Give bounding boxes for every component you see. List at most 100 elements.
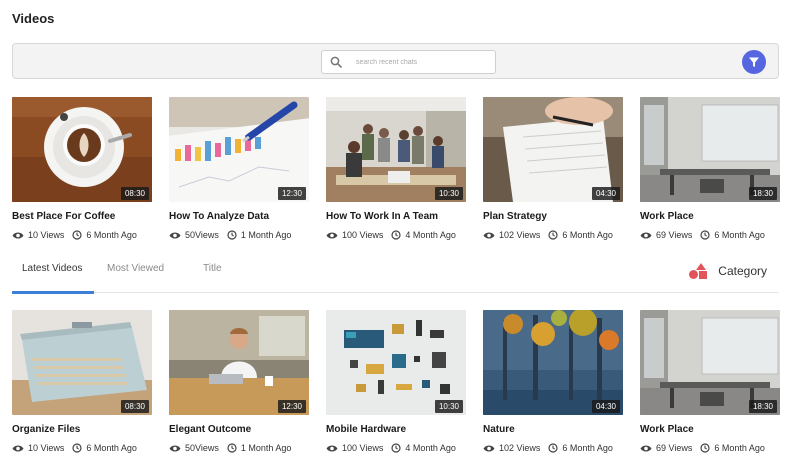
video-title[interactable]: How To Work In A Team bbox=[326, 211, 466, 222]
video-meta: 102 Views 6 Month Ago bbox=[483, 443, 623, 453]
video-thumbnail-work-place[interactable]: 18:30 bbox=[640, 97, 780, 202]
upload-age: 6 Month Ago bbox=[86, 443, 137, 453]
tab-most-viewed[interactable]: Most Viewed bbox=[107, 263, 164, 274]
video-title[interactable]: How To Analyze Data bbox=[169, 211, 309, 222]
video-thumbnail-team[interactable]: 10:30 bbox=[326, 97, 466, 202]
eye-icon bbox=[326, 445, 338, 451]
duration-badge: 12:30 bbox=[277, 400, 306, 413]
clock-icon bbox=[391, 230, 401, 240]
video-card[interactable]: 04:30 Nature 102 Views 6 Month Ago bbox=[483, 310, 623, 453]
video-title[interactable]: Plan Strategy bbox=[483, 211, 623, 222]
duration-badge: 18:30 bbox=[748, 400, 777, 413]
video-card[interactable]: 08:30 Best Place For Coffee 10 Views 6 M… bbox=[12, 97, 152, 240]
video-title[interactable]: Nature bbox=[483, 424, 623, 435]
video-grid-top: 08:30 Best Place For Coffee 10 Views 6 M… bbox=[12, 97, 782, 240]
view-count: 69 Views bbox=[656, 230, 693, 240]
video-title[interactable]: Best Place For Coffee bbox=[12, 211, 152, 222]
tab-latest-videos[interactable]: Latest Videos bbox=[22, 263, 82, 274]
view-count: 102 Views bbox=[499, 230, 541, 240]
video-meta: 69 Views 6 Month Ago bbox=[640, 443, 780, 453]
filter-button[interactable] bbox=[742, 50, 766, 74]
video-card[interactable]: 12:30 Elegant Outcome 50Views 1 Month Ag… bbox=[169, 310, 309, 453]
search-icon[interactable] bbox=[322, 56, 350, 68]
duration-badge: 12:30 bbox=[277, 187, 306, 200]
view-count: 50Views bbox=[185, 230, 219, 240]
video-thumbnail-nature[interactable]: 04:30 bbox=[483, 310, 623, 415]
search-box[interactable] bbox=[321, 50, 496, 74]
duration-badge: 04:30 bbox=[591, 400, 620, 413]
video-title[interactable]: Work Place bbox=[640, 211, 780, 222]
video-thumbnail-analyze-data[interactable]: 12:30 bbox=[169, 97, 309, 202]
clock-icon bbox=[548, 443, 558, 453]
eye-icon bbox=[483, 232, 495, 238]
video-title[interactable]: Mobile Hardware bbox=[326, 424, 466, 435]
video-meta: 10 Views 6 Month Ago bbox=[12, 230, 152, 240]
video-tabs: Latest Videos Most Viewed Title Category bbox=[12, 258, 779, 294]
upload-age: 6 Month Ago bbox=[86, 230, 137, 240]
video-title[interactable]: Work Place bbox=[640, 424, 780, 435]
clock-icon bbox=[227, 443, 237, 453]
duration-badge: 18:30 bbox=[748, 187, 777, 200]
clock-icon bbox=[72, 230, 82, 240]
view-count: 50Views bbox=[185, 443, 219, 453]
upload-age: 6 Month Ago bbox=[714, 230, 765, 240]
video-card[interactable]: 18:30 Work Place 69 Views 6 Month Ago bbox=[640, 310, 780, 453]
page-title: Videos bbox=[12, 11, 55, 26]
eye-icon bbox=[640, 445, 652, 451]
video-thumbnail-plan-strategy[interactable]: 04:30 bbox=[483, 97, 623, 202]
clock-icon bbox=[72, 443, 82, 453]
eye-icon bbox=[169, 232, 181, 238]
search-input[interactable] bbox=[350, 58, 480, 66]
eye-icon bbox=[12, 445, 24, 451]
eye-icon bbox=[640, 232, 652, 238]
video-meta: 100 Views 4 Month Ago bbox=[326, 230, 466, 240]
duration-badge: 10:30 bbox=[434, 400, 463, 413]
view-count: 69 Views bbox=[656, 443, 693, 453]
upload-age: 4 Month Ago bbox=[405, 230, 456, 240]
view-count: 100 Views bbox=[342, 443, 384, 453]
video-meta: 50Views 1 Month Ago bbox=[169, 230, 309, 240]
clock-icon bbox=[391, 443, 401, 453]
video-title[interactable]: Organize Files bbox=[12, 424, 152, 435]
category-filter[interactable]: Category bbox=[688, 262, 767, 280]
category-label: Category bbox=[718, 264, 767, 278]
filter-icon bbox=[749, 57, 759, 67]
video-card[interactable]: 12:30 How To Analyze Data 50Views 1 Mont… bbox=[169, 97, 309, 240]
video-thumbnail-elegant-outcome[interactable]: 12:30 bbox=[169, 310, 309, 415]
video-thumbnail-mobile-hardware[interactable]: 10:30 bbox=[326, 310, 466, 415]
video-card[interactable]: 10:30 Mobile Hardware 100 Views 4 Month … bbox=[326, 310, 466, 453]
upload-age: 6 Month Ago bbox=[562, 443, 613, 453]
eye-icon bbox=[483, 445, 495, 451]
clock-icon bbox=[548, 230, 558, 240]
upload-age: 4 Month Ago bbox=[405, 443, 456, 453]
video-thumbnail-organize-files[interactable]: 08:30 bbox=[12, 310, 152, 415]
video-card[interactable]: 18:30 Work Place 69 Views 6 Month Ago bbox=[640, 97, 780, 240]
upload-age: 6 Month Ago bbox=[562, 230, 613, 240]
eye-icon bbox=[169, 445, 181, 451]
video-card[interactable]: 08:30 Organize Files 10 Views 6 Month Ag… bbox=[12, 310, 152, 453]
duration-badge: 08:30 bbox=[120, 400, 149, 413]
video-thumbnail-coffee[interactable]: 08:30 bbox=[12, 97, 152, 202]
upload-age: 6 Month Ago bbox=[714, 443, 765, 453]
tab-title[interactable]: Title bbox=[203, 263, 222, 274]
view-count: 10 Views bbox=[28, 443, 65, 453]
video-grid-bottom: 08:30 Organize Files 10 Views 6 Month Ag… bbox=[12, 310, 782, 453]
duration-badge: 10:30 bbox=[434, 187, 463, 200]
category-icon bbox=[689, 263, 708, 279]
video-card[interactable]: 04:30 Plan Strategy 102 Views 6 Month Ag… bbox=[483, 97, 623, 240]
video-thumbnail-work-place[interactable]: 18:30 bbox=[640, 310, 780, 415]
duration-badge: 04:30 bbox=[591, 187, 620, 200]
video-meta: 50Views 1 Month Ago bbox=[169, 443, 309, 453]
upload-age: 1 Month Ago bbox=[240, 230, 292, 240]
view-count: 102 Views bbox=[499, 443, 541, 453]
video-meta: 69 Views 6 Month Ago bbox=[640, 230, 780, 240]
clock-icon bbox=[227, 230, 237, 240]
view-count: 10 Views bbox=[28, 230, 65, 240]
video-meta: 10 Views 6 Month Ago bbox=[12, 443, 152, 453]
video-card[interactable]: 10:30 How To Work In A Team 100 Views 4 … bbox=[326, 97, 466, 240]
eye-icon bbox=[326, 232, 338, 238]
video-title[interactable]: Elegant Outcome bbox=[169, 424, 309, 435]
view-count: 100 Views bbox=[342, 230, 384, 240]
video-meta: 102 Views 6 Month Ago bbox=[483, 230, 623, 240]
search-bar bbox=[12, 43, 779, 79]
